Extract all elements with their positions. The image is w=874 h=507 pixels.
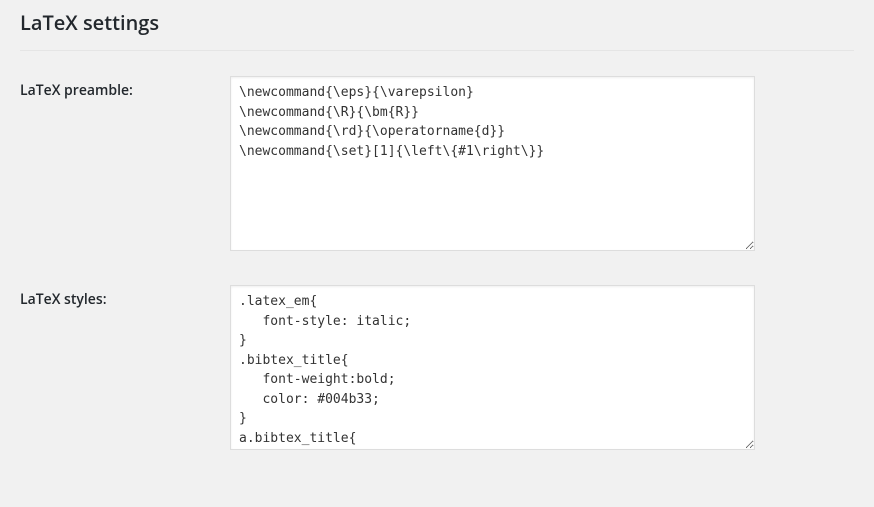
latex-preamble-textarea[interactable]: \newcommand{\eps}{\varepsilon} \newcomma… xyxy=(230,76,755,251)
preamble-label: LaTeX preamble: xyxy=(20,61,220,270)
latex-styles-textarea[interactable]: .latex_em{ font-style: italic; } .bibtex… xyxy=(230,285,755,450)
preamble-row: LaTeX preamble: \newcommand{\eps}{\varep… xyxy=(20,61,854,270)
preamble-cell: \newcommand{\eps}{\varepsilon} \newcomma… xyxy=(220,61,854,270)
styles-label: LaTeX styles: xyxy=(20,270,220,469)
styles-row: LaTeX styles: .latex_em{ font-style: ita… xyxy=(20,270,854,469)
divider xyxy=(20,50,854,51)
latex-settings-wrap: LaTeX settings LaTeX preamble: \newcomma… xyxy=(20,0,854,469)
page-title: LaTeX settings xyxy=(20,0,854,40)
styles-cell: .latex_em{ font-style: italic; } .bibtex… xyxy=(220,270,854,469)
settings-form-table: LaTeX preamble: \newcommand{\eps}{\varep… xyxy=(20,61,854,469)
